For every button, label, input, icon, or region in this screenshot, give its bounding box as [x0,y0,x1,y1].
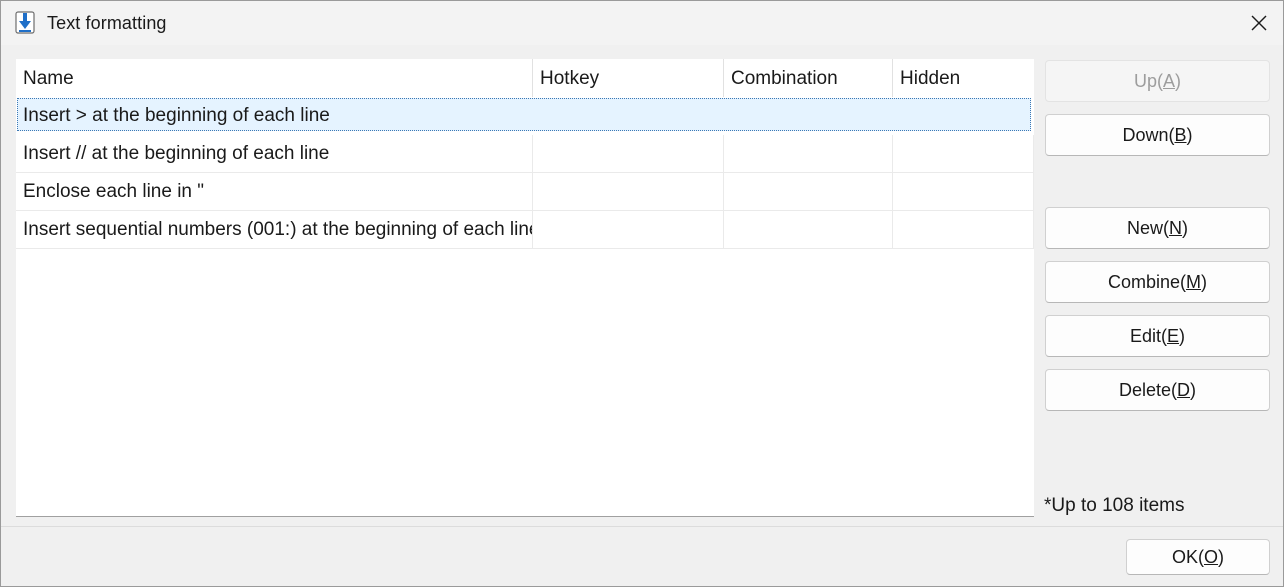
up-button-label: Up( [1133,70,1163,91]
new-button-label: New( [1126,217,1169,238]
edit-button-accel: E [1167,325,1180,346]
list-row-selected[interactable]: Insert > at the beginning of each line [16,97,1034,135]
combine-button-accel: M [1186,271,1202,292]
close-button[interactable] [1239,5,1279,41]
column-header-combination[interactable]: Combination [724,59,893,97]
list-row[interactable]: Enclose each line in " [16,173,1034,211]
delete-button-label: Delete( [1118,379,1178,400]
text-formatting-dialog: Text formatting Name Hotkey Combination … [0,0,1284,587]
row-hotkey-cell [533,173,724,211]
column-header-hidden[interactable]: Hidden [893,59,1034,97]
column-header-hotkey[interactable]: Hotkey [533,59,724,97]
row-combination-cell [724,173,893,211]
edit-button-close: ) [1179,325,1186,346]
row-combination-cell [724,97,893,135]
close-icon [1251,15,1267,31]
row-name-cell: Insert sequential numbers (001:) at the … [16,211,533,249]
combine-button[interactable]: Combine(M) [1045,261,1270,303]
row-hotkey-cell [533,97,724,135]
new-button[interactable]: New(N) [1045,207,1270,249]
ok-button-label: OK( [1171,546,1204,567]
down-button-close: ) [1186,124,1193,145]
row-name-cell: Enclose each line in " [16,173,533,211]
ok-button[interactable]: OK(O) [1126,539,1270,575]
ok-button-accel: O [1204,546,1219,567]
new-button-accel: N [1169,217,1182,238]
down-button-accel: B [1174,124,1187,145]
delete-button-accel: D [1177,379,1191,400]
edit-button[interactable]: Edit(E) [1045,315,1270,357]
combine-button-label: Combine( [1107,271,1187,292]
formatting-list[interactable]: Name Hotkey Combination Hidden Insert > … [16,59,1034,517]
delete-button-close: ) [1190,379,1197,400]
window-title: Text formatting [47,13,167,33]
new-button-close: ) [1182,217,1188,238]
dialog-body: Name Hotkey Combination Hidden Insert > … [1,45,1283,526]
row-hidden-cell [893,173,1034,211]
dialog-footer: OK(O) [1,526,1283,586]
row-hotkey-cell [533,211,724,249]
row-hotkey-cell [533,135,724,173]
row-combination-cell [724,211,893,249]
up-button-accel: A [1163,70,1176,91]
column-header-name[interactable]: Name [16,59,533,97]
up-button[interactable]: Up(A) [1045,60,1270,102]
down-button[interactable]: Down(B) [1045,114,1270,156]
row-hidden-cell [893,135,1034,173]
combine-button-close: ) [1201,271,1208,292]
row-name-cell: Insert // at the beginning of each line [16,135,533,173]
row-hidden-cell [893,211,1034,249]
up-button-close: ) [1175,70,1182,91]
delete-button[interactable]: Delete(D) [1045,369,1270,411]
row-combination-cell [724,135,893,173]
list-row[interactable]: Insert // at the beginning of each line [16,135,1034,173]
row-name-cell: Insert > at the beginning of each line [23,105,330,126]
ok-button-close: ) [1218,546,1225,567]
down-button-label: Down( [1122,124,1175,145]
list-header: Name Hotkey Combination Hidden [16,59,1034,97]
row-hidden-cell [893,97,1034,135]
list-row[interactable]: Insert sequential numbers (001:) at the … [16,211,1034,249]
download-arrow-icon [15,11,37,35]
item-limit-note: *Up to 108 items [1044,495,1185,516]
edit-button-label: Edit( [1129,325,1167,346]
title-bar[interactable]: Text formatting [1,1,1283,45]
